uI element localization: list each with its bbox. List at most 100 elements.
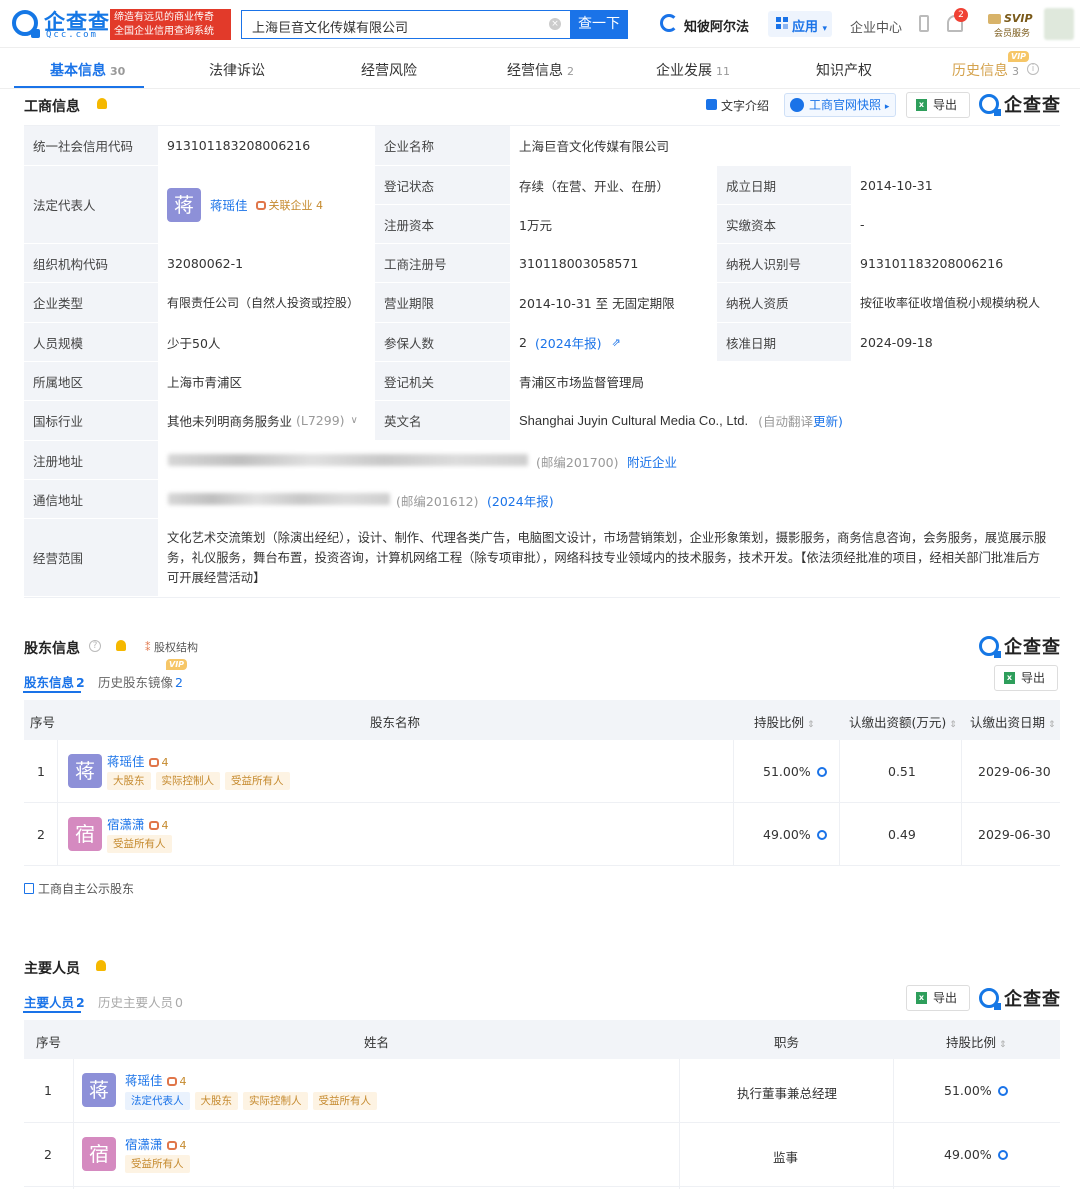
export-button-personnel[interactable]: x 导出 (906, 985, 970, 1011)
info-icon[interactable]: i (1027, 63, 1039, 75)
tag-actual-controller[interactable]: 实际控制人 (155, 772, 220, 790)
person-ratio: 49.00% (944, 1147, 1008, 1162)
person-avatar[interactable]: 蒋 (82, 1073, 116, 1107)
people-icon (148, 758, 159, 767)
logo-subtext: Qcc.com (46, 30, 98, 40)
col-date[interactable]: 认缴出资日期 ⇕ (970, 712, 1056, 731)
shareholder-avatar[interactable]: 蒋 (68, 754, 102, 788)
person-name[interactable]: 蒋瑶佳 (125, 1073, 163, 1088)
col-person-name: 姓名 (364, 1035, 390, 1050)
related-companies-link[interactable]: 4 (166, 1075, 187, 1088)
insured-year-link[interactable]: (2024年报) (535, 333, 602, 352)
tab-operation-info[interactable]: 经营信息 2 (507, 60, 574, 80)
pie-chart-icon[interactable] (997, 1086, 1008, 1096)
sort-icon[interactable]: ⇕ (1048, 720, 1056, 730)
label-taxpayer-id: 纳税人识别号 (717, 244, 851, 283)
tag-beneficial-owner[interactable]: 受益所有人 (107, 835, 172, 853)
tab-basic-info[interactable]: 基本信息 30 (50, 60, 125, 80)
shareholder-name[interactable]: 蒋瑶佳 (107, 754, 145, 769)
tag-major-shareholder[interactable]: 大股东 (107, 772, 151, 790)
col-person-ratio[interactable]: 持股比例 ⇕ (946, 1032, 1007, 1051)
shareholder-tags: 大股东 实际控制人 受益所有人 (107, 772, 295, 790)
related-companies-link[interactable]: 4 (166, 1139, 187, 1152)
value-industry: 其他未列明商务服务业 (167, 414, 293, 429)
structure-icon: ⁑ (145, 641, 151, 654)
equity-structure-link[interactable]: ⁑ 股权结构 (145, 639, 198, 655)
industry-cell[interactable]: 其他未列明商务服务业 (L7299) ∨ (158, 401, 375, 441)
pie-chart-icon[interactable] (997, 1150, 1008, 1160)
subtab-personnel[interactable]: 主要人员 2 (24, 992, 85, 1011)
subtab-shareholders[interactable]: 股东信息 2 (24, 672, 85, 691)
zhibi-alpha-icon[interactable] (660, 14, 678, 32)
user-avatar[interactable] (1044, 8, 1074, 40)
trend-icon[interactable]: ⇗ (612, 336, 621, 349)
sort-icon[interactable]: ⇕ (999, 1040, 1007, 1050)
personnel-title: 主要人员 (24, 961, 80, 977)
label-reg-no: 工商注册号 (375, 244, 510, 283)
sort-icon[interactable]: ⇕ (949, 720, 957, 730)
phone-icon[interactable] (919, 15, 929, 32)
clear-icon[interactable]: × (549, 18, 561, 30)
search-input[interactable]: 上海巨音文化传媒有限公司 (241, 10, 571, 39)
sort-icon[interactable]: ⇕ (807, 720, 815, 730)
shareholder-avatar[interactable]: 宿 (68, 817, 102, 851)
pie-chart-icon[interactable] (816, 830, 827, 840)
svip-membership-button[interactable]: SVIP 会员服务 (986, 10, 1034, 39)
svip-label: SVIP (1004, 12, 1033, 25)
nearby-companies-link[interactable]: 附近企业 (627, 452, 677, 471)
text-intro-button[interactable]: 文字介绍 (721, 97, 769, 114)
monitor-bell-icon[interactable] (97, 98, 107, 109)
col-ratio[interactable]: 持股比例 ⇕ (754, 712, 815, 731)
slogan-banner[interactable]: 缔造有远见的商业传奇 全国企业信用查询系统 (110, 9, 231, 40)
value-business-scope: 文化艺术交流策划（除演出经纪），设计、制作、代理各类广告，电脑图文设计，市场营销… (158, 519, 1060, 597)
monitor-bell-icon[interactable] (116, 640, 126, 651)
tag-major-shareholder[interactable]: 大股东 (194, 1092, 238, 1110)
tab-enterprise-development[interactable]: 企业发展 11 (656, 60, 730, 80)
enterprise-center-link[interactable]: 企业中心 (850, 17, 902, 36)
tag-beneficial-owner[interactable]: 受益所有人 (312, 1092, 377, 1110)
person-avatar[interactable]: 宿 (82, 1137, 116, 1171)
qcc-watermark-logo: 企查查 (979, 987, 1061, 1010)
self-public-shareholders-link[interactable]: 工商自主公示股东 (24, 880, 134, 897)
tag-beneficial-owner[interactable]: 受益所有人 (125, 1155, 190, 1173)
label-reg-capital: 注册资本 (375, 205, 510, 244)
info-icon[interactable]: ? (89, 640, 101, 652)
pie-chart-icon[interactable] (816, 767, 827, 777)
subtab-history-shareholders[interactable]: 历史股东镜像 2 (98, 672, 183, 691)
label-company-name: 企业名称 (375, 126, 510, 166)
tab-history-info[interactable]: 历史信息 3 (952, 60, 1019, 80)
label-reg-address: 注册地址 (24, 441, 158, 480)
chevron-down-icon[interactable]: ∨ (351, 415, 358, 426)
legal-rep-name[interactable]: 蒋瑶佳 (210, 195, 248, 214)
related-companies-link[interactable]: 4 (148, 756, 169, 769)
tag-beneficial-owner[interactable]: 受益所有人 (225, 772, 290, 790)
person-name[interactable]: 宿潇潇 (125, 1137, 163, 1152)
search-button[interactable]: 查一下 (570, 10, 628, 39)
zhibi-alpha-link[interactable]: 知彼阿尔法 (684, 16, 749, 35)
export-button-business[interactable]: x 导出 (906, 92, 970, 118)
chevron-right-icon: ▸ (884, 102, 890, 112)
mail-year-link[interactable]: (2024年报) (487, 491, 554, 510)
shareholder-name[interactable]: 宿潇潇 (107, 817, 145, 832)
legal-rep-avatar[interactable]: 蒋 (167, 187, 201, 222)
tab-business-risk[interactable]: 经营风险 (361, 60, 417, 80)
tag-actual-controller[interactable]: 实际控制人 (243, 1092, 308, 1110)
insured-cell: 2 (2024年报) ⇗ (510, 323, 717, 362)
app-menu-label[interactable]: 应用 ▾ (792, 16, 827, 35)
official-snapshot-button[interactable]: 工商官网快照 ▸ (784, 93, 897, 117)
tag-legal-rep[interactable]: 法定代表人 (125, 1092, 190, 1110)
qcc-logo-icon[interactable] (12, 10, 40, 38)
export-button-shareholders[interactable]: x 导出 (994, 665, 1058, 691)
monitor-bell-icon[interactable] (96, 960, 106, 971)
col-amount[interactable]: 认缴出资额(万元) ⇕ (849, 712, 957, 731)
related-companies-link[interactable]: 关联企业 4 (255, 197, 323, 213)
shareholder-tags: 受益所有人 (107, 835, 177, 853)
related-companies-link[interactable]: 4 (148, 819, 169, 832)
label-found-date: 成立日期 (717, 166, 851, 205)
caret-down-icon: ▾ (822, 24, 828, 34)
tab-intellectual-property[interactable]: 知识产权 (816, 60, 872, 80)
business-info-title: 工商信息 (24, 99, 80, 115)
subtab-history-personnel[interactable]: 历史主要人员 0 (98, 992, 183, 1011)
tab-legal-litigation[interactable]: 法律诉讼 (209, 60, 265, 80)
update-translation-link[interactable]: 更新) (813, 411, 843, 430)
